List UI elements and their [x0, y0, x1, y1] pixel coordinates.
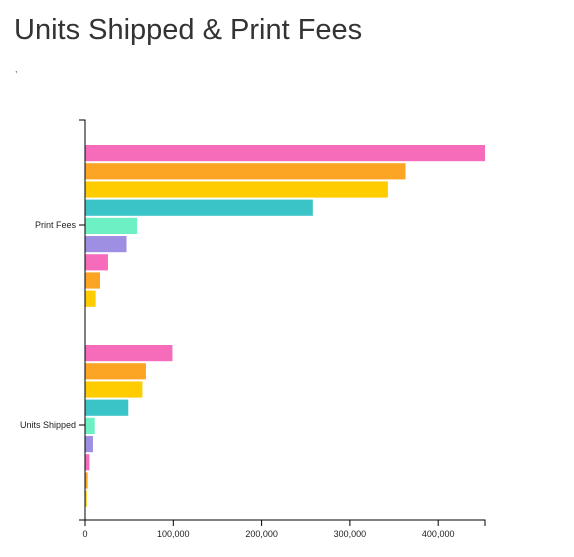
- x-tick-label: 200,000: [245, 529, 278, 539]
- bar-print-fees-8: [85, 272, 101, 289]
- bar-units-shipped-2: [85, 363, 146, 380]
- x-tick-label: 0: [82, 529, 87, 539]
- x-axis-line: [84, 519, 486, 526]
- x-axis: 0 100,000 200,000 300,000 400,000: [82, 519, 486, 539]
- bar-print-fees-9: [85, 290, 96, 307]
- bar-units-shipped-4: [85, 399, 129, 416]
- bar-units-shipped-5: [85, 417, 95, 434]
- bar-print-fees-4: [85, 199, 313, 216]
- bar-print-fees-3: [85, 181, 388, 198]
- y-axis-line: [79, 119, 86, 521]
- y-axis: Print Fees Units Shipped: [20, 119, 86, 521]
- bar-units-shipped-1: [85, 345, 173, 362]
- bar-units-shipped-7: [85, 454, 90, 471]
- x-tick-label: 300,000: [334, 529, 367, 539]
- bar-units-shipped-3: [85, 381, 143, 398]
- bar-units-shipped-6: [85, 436, 93, 453]
- bar-print-fees-2: [85, 163, 406, 180]
- x-tick-label: 100,000: [157, 529, 190, 539]
- bar-print-fees-5: [85, 217, 138, 234]
- bars-group: [85, 145, 485, 507]
- bar-print-fees-1: [85, 145, 485, 162]
- x-tick-label: 400,000: [422, 529, 455, 539]
- y-tick-label: Units Shipped: [20, 420, 76, 430]
- bar-chart: Print Fees Units Shipped 0 100,000 200,000 3…: [20, 119, 486, 539]
- y-tick-label: Print Fees: [35, 220, 77, 230]
- bar-print-fees-6: [85, 236, 127, 253]
- bar-print-fees-7: [85, 254, 108, 271]
